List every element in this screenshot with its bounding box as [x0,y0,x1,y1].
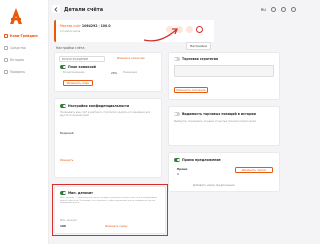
account-actions [166,26,203,33]
settings-tooltip: Настройки [186,42,211,50]
fee-value: 20% [111,71,118,75]
privacy-toggle[interactable] [60,104,66,108]
sidebar-item-label: Профиль [10,70,26,74]
edit-commission-link[interactable]: Изменить комиссию [117,57,145,60]
fee-period: Ежедневно [123,71,138,74]
sidebar: Копи-Трейдинг Средства История Профиль [0,0,49,244]
commission-field[interactable]: ВОЗНАГРАЖДЕНИЕ [59,56,105,62]
sidebar-item-label: Средства [10,46,26,50]
share-icon[interactable] [166,26,173,33]
fee-label: Вознаграждение [63,71,85,74]
privacy-title: Настройки конфиденциальности [60,104,129,108]
add-promo-link[interactable]: Добавить новое предложение [193,184,235,187]
privacy-text: Показывать ваш счёт в рейтинге стратегий… [60,111,151,118]
history-text: Выберите, показывать ли ваши открытые по… [174,120,257,123]
strategy-description[interactable] [174,65,274,77]
back-button[interactable] [52,5,60,13]
commission-plan-label: План комиссий [68,65,96,69]
sidebar-item-label: История [10,58,24,62]
account-balance: 100.0 [100,24,111,28]
history-toggle[interactable] [174,112,180,116]
settings-title: Настройки счёта [56,46,85,50]
promo-toggle[interactable] [174,158,180,162]
change-plan-button[interactable]: Изменить план [63,80,93,86]
stats-icon[interactable] [186,26,193,33]
sidebar-item-label: Копи-Трейдинг [10,34,39,38]
wallet-icon [4,46,8,50]
privacy-card: Настройки конфиденциальности Показывать … [54,98,162,178]
copy-icon [4,34,8,38]
settings-icon[interactable] [196,26,203,33]
highlight-box [52,184,168,236]
history-icon [4,58,8,62]
commission-card: ВОЗНАГРАЖДЕНИЕ Изменить комиссию План ко… [54,52,162,92]
strategy-toggle[interactable] [174,57,180,61]
edit-promo-button[interactable]: Изменить промо [235,167,273,173]
commission-toggle[interactable] [60,65,66,69]
account-subtitle: 0 подписчиков [60,30,81,33]
top-actions: RU [261,7,296,12]
sidebar-item-profile[interactable]: Профиль [4,67,25,77]
history-visibility-title: Видимость торговых позиций в истории [174,112,256,116]
logout-icon[interactable] [291,7,296,12]
privacy-label: Настройки конфиденциальности [68,104,130,108]
strategy-title: Торговая стратегия [174,57,218,61]
account-accent-stripe [54,20,56,42]
account-name: Мастер-счёт 1064292 | 100.0 [60,24,111,28]
history-label: Видимость торговых позиций в истории [182,112,256,116]
strategy-label: Торговая стратегия [182,57,218,61]
lock-icon[interactable] [176,26,183,33]
privacy-value: Видимый [60,131,74,135]
sidebar-item-copy-trading[interactable]: Копи-Трейдинг [4,31,38,41]
privacy-edit-link[interactable]: Изменить [60,159,73,162]
commission-plan-title: План комиссий [60,65,96,69]
page-title: Детали счёта [64,7,104,13]
history-visibility-card: Видимость торговых позиций в истории Выб… [168,106,280,146]
arrow-left-icon [53,6,57,12]
promo-name: Промо [177,167,188,171]
app-logo[interactable] [6,6,26,26]
theme-icon[interactable] [271,7,276,12]
account-type: Мастер-счёт [60,24,81,28]
edit-description-button[interactable]: Изменить описание [174,87,208,93]
notification-icon[interactable] [281,7,286,12]
promo-value: 0 [177,172,179,176]
account-divider: | [98,24,100,28]
promo-label: Промо предложение [182,158,221,162]
strategy-card: Торговая стратегия Изменить описание [168,52,280,100]
sidebar-item-history[interactable]: История [4,55,24,65]
language-selector[interactable]: RU [261,8,266,12]
promo-card: Промо предложение Промо 0 Изменить промо… [168,152,280,192]
promo-title: Промо предложение [174,158,221,162]
account-summary: Мастер-счёт 1064292 | 100.0 0 подписчико… [54,20,214,42]
profile-icon [4,70,8,74]
sidebar-item-funds[interactable]: Средства [4,43,26,53]
account-id: 1064292 [81,24,98,28]
top-bar: Детали счёта RU [49,0,300,22]
